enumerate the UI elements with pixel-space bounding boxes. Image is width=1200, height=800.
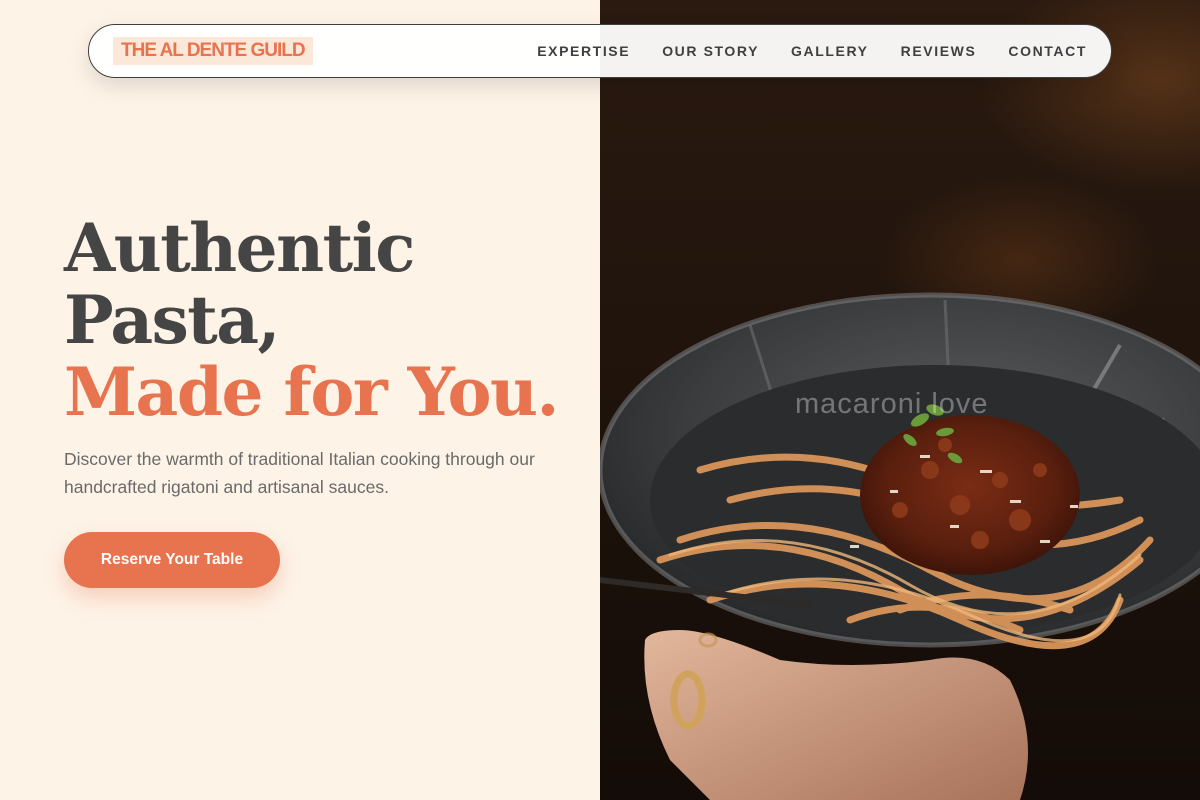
nav-link-expertise[interactable]: EXPERTISE [537, 43, 630, 59]
nav-link-our-story[interactable]: OUR STORY [662, 43, 759, 59]
headline-line-2: Pasta, [64, 281, 281, 359]
nav-link-gallery[interactable]: GALLERY [791, 43, 869, 59]
brand-logo[interactable]: THE AL DENTE GUILD [113, 37, 313, 65]
photo-watermark: macaroni love [795, 388, 989, 420]
nav-links: EXPERTISE OUR STORY GALLERY REVIEWS CONT… [537, 25, 1087, 77]
nav-link-contact[interactable]: CONTACT [1008, 43, 1087, 59]
reserve-table-button[interactable]: Reserve Your Table [64, 532, 280, 588]
nav-link-reviews[interactable]: REVIEWS [901, 43, 977, 59]
top-navigation: THE AL DENTE GUILD EXPERTISE OUR STORY G… [88, 24, 1112, 78]
bolognese-sauce [860, 415, 1080, 575]
hero-headline: Authentic Pasta, Made for You. [64, 209, 559, 431]
hero-description: Discover the warmth of traditional Itali… [64, 449, 535, 497]
hero-photo: macaroni love [600, 0, 1200, 800]
headline-accent-line: Made for You. [64, 353, 559, 431]
headline-line-1: Authentic [64, 209, 415, 287]
